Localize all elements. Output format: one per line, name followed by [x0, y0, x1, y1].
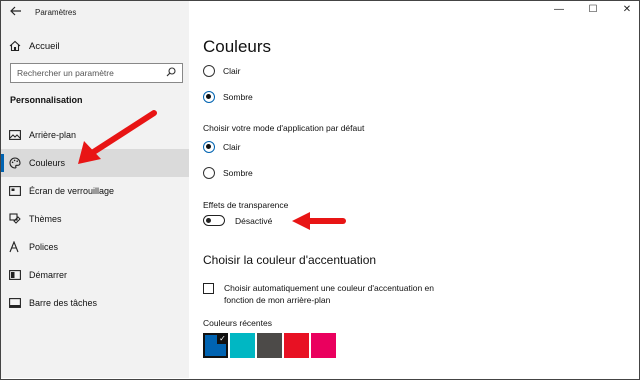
sidebar-item-themes[interactable]: Thèmes [1, 205, 189, 233]
annotation-arrow-icon [292, 212, 346, 230]
radio-label: Clair [223, 142, 241, 152]
checkbox-label: Choisir automatiquement une couleur d'ac… [224, 283, 435, 305]
home-label: Accueil [29, 40, 60, 52]
color-swatch[interactable]: ✓ [203, 333, 228, 358]
auto-accent-option[interactable]: Choisir automatiquement une couleur d'ac… [203, 282, 464, 306]
radio-label: Sombre [223, 92, 253, 102]
lock-screen-icon [1, 186, 29, 196]
sidebar-item-label: Barre des tâches [29, 298, 98, 308]
radio-button[interactable] [203, 167, 215, 179]
sidebar-item-barre-des-taches[interactable]: Barre des tâches [1, 289, 189, 317]
transparency-label: Effets de transparence [203, 200, 289, 210]
toggle-state-label: Désactivé [235, 215, 273, 226]
radio-button-checked[interactable] [203, 91, 215, 103]
page-title: Couleurs [203, 37, 272, 56]
title-bar: Paramètres [1, 1, 189, 23]
sidebar: Paramètres Accueil Personnalisation Arri… [1, 1, 189, 378]
auto-accent-checkbox[interactable] [203, 283, 214, 294]
color-swatch[interactable] [284, 333, 309, 358]
sidebar-item-label: Démarrer [29, 270, 68, 280]
color-swatch[interactable] [230, 333, 255, 358]
sidebar-item-ecran-de-verrouillage[interactable]: Écran de verrouillage [1, 177, 189, 205]
home-icon [1, 40, 29, 52]
main-panel: — ☐ ✕ Couleurs Clair Sombre Choisir votr… [190, 1, 639, 378]
palette-icon [1, 157, 29, 169]
sidebar-item-label: Écran de verrouillage [29, 186, 115, 196]
radio-app-sombre[interactable]: Sombre [203, 167, 253, 179]
sidebar-item-label: Couleurs [29, 158, 66, 168]
radio-label: Sombre [223, 168, 253, 178]
transparency-toggle-row: Désactivé [203, 215, 272, 226]
radio-app-clair[interactable]: Clair [203, 141, 240, 153]
window-controls: — ☐ ✕ [553, 4, 633, 15]
sidebar-item-label: Arrière-plan [29, 130, 77, 140]
search-icon[interactable] [166, 64, 176, 82]
radio-label: Clair [223, 66, 241, 76]
font-icon [1, 241, 29, 253]
brush-icon [1, 213, 29, 225]
close-button[interactable]: ✕ [621, 4, 633, 15]
radio-mode-sombre[interactable]: Sombre [203, 91, 253, 103]
recent-colors: ✓ [203, 333, 336, 358]
search-box[interactable] [10, 63, 183, 83]
search-input[interactable] [17, 68, 157, 78]
section-title: Personnalisation [10, 95, 83, 105]
minimize-button[interactable]: — [553, 4, 565, 15]
image-icon [1, 130, 29, 140]
sidebar-item-polices[interactable]: Polices [1, 233, 189, 261]
accent-section-title: Choisir la couleur d'accentuation [203, 253, 377, 267]
color-swatch[interactable] [311, 333, 336, 358]
radio-button[interactable] [203, 65, 215, 77]
window-title: Paramètres [35, 7, 77, 17]
radio-mode-clair[interactable]: Clair [203, 65, 240, 77]
radio-button-checked[interactable] [203, 141, 215, 153]
taskbar-icon [1, 298, 29, 308]
start-icon [1, 270, 29, 280]
annotation-arrow-icon [78, 110, 157, 164]
sidebar-item-demarrer[interactable]: Démarrer [1, 261, 189, 289]
sidebar-item-home[interactable]: Accueil [1, 35, 189, 57]
recent-colors-label: Couleurs récentes [203, 318, 272, 328]
app-mode-label: Choisir votre mode d'application par déf… [203, 123, 365, 133]
transparency-toggle[interactable] [203, 215, 225, 226]
sidebar-item-label: Polices [29, 242, 59, 252]
check-icon: ✓ [217, 333, 228, 344]
color-swatch[interactable] [257, 333, 282, 358]
back-arrow-icon[interactable] [1, 5, 31, 19]
maximize-button[interactable]: ☐ [587, 4, 599, 15]
sidebar-item-label: Thèmes [29, 214, 62, 224]
